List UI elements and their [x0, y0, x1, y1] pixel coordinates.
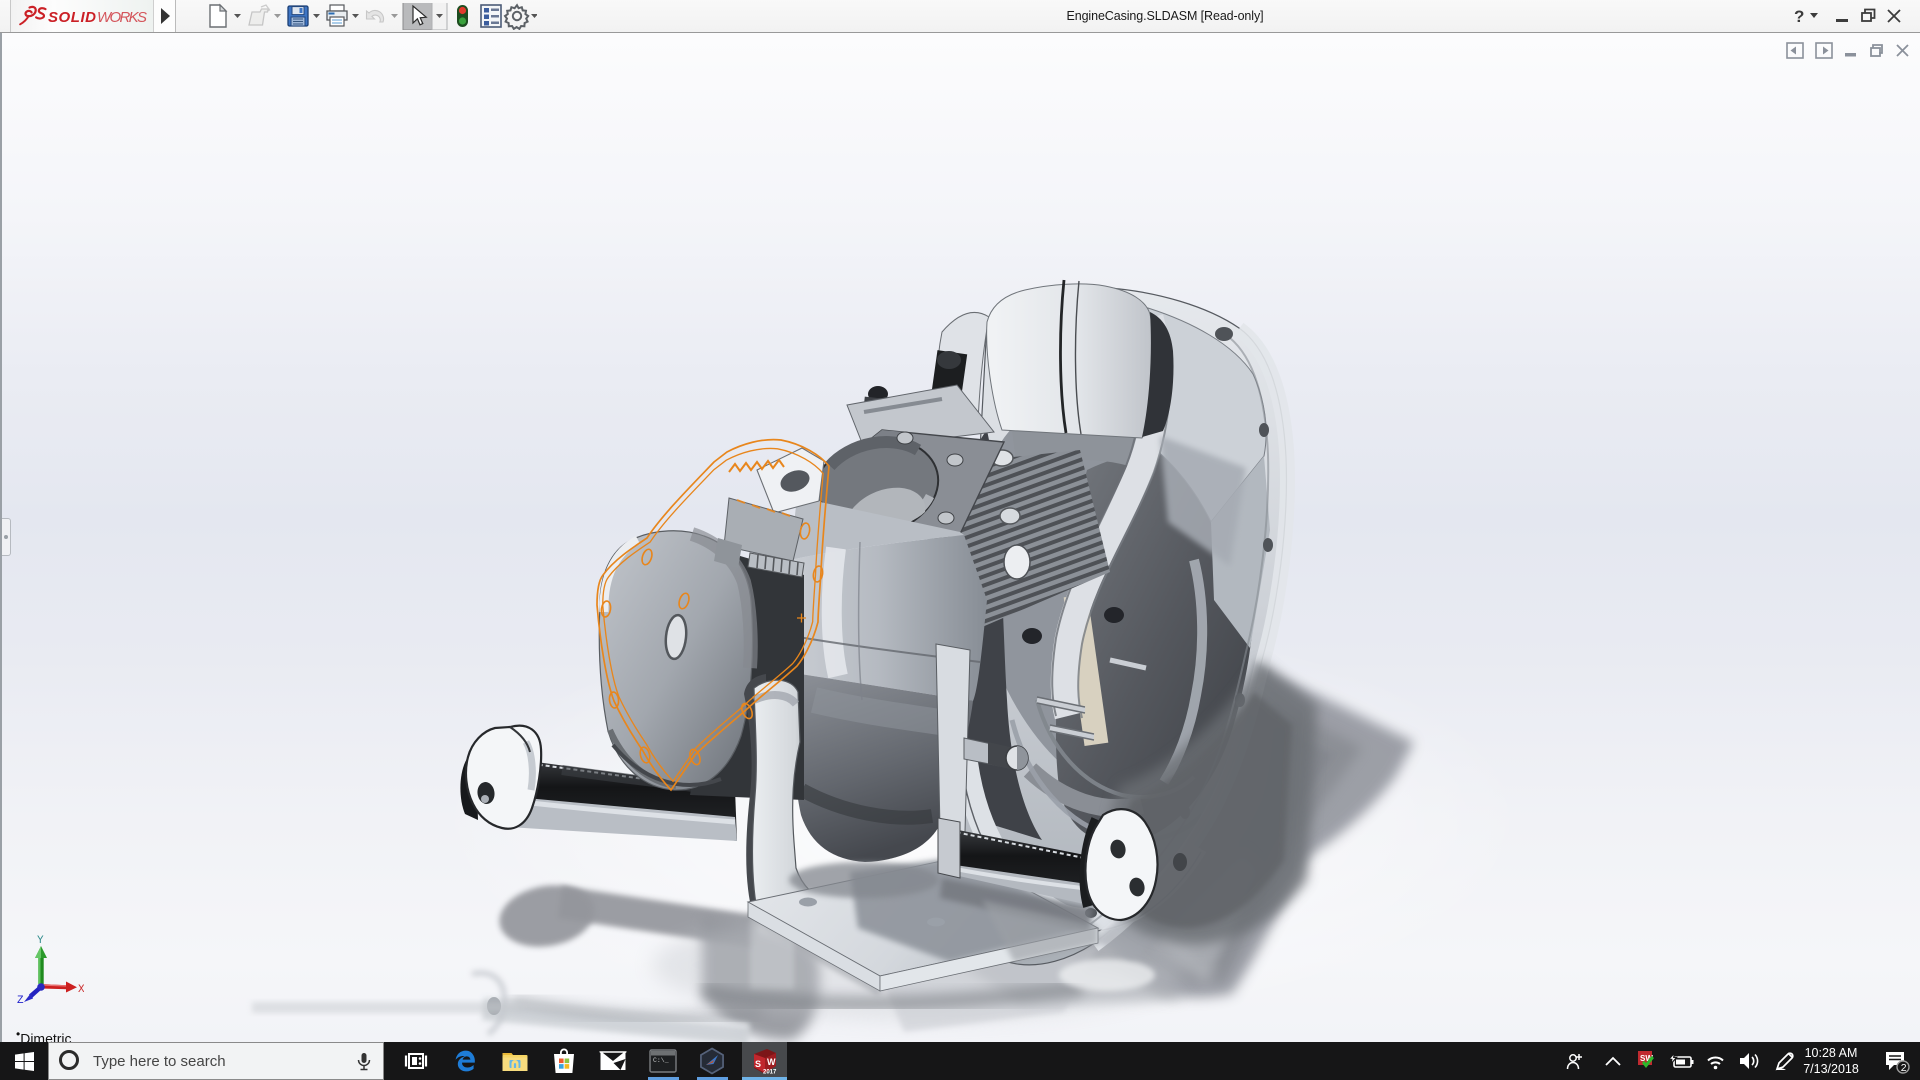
svg-text:SOLID: SOLID — [48, 9, 96, 26]
svg-text:WORKS: WORKS — [97, 9, 147, 26]
svg-text:W: W — [767, 1057, 776, 1067]
svg-text:S: S — [755, 1059, 761, 1069]
svg-text:C:\_: C:\_ — [653, 1057, 669, 1064]
svg-text:Y: Y — [37, 935, 44, 947]
svg-text:2: 2 — [1901, 1062, 1907, 1074]
svg-text:Z: Z — [17, 995, 24, 1004]
svg-text:2017: 2017 — [763, 1070, 777, 1076]
svg-text:X: X — [78, 984, 84, 996]
svg-text:?: ? — [1794, 7, 1804, 26]
